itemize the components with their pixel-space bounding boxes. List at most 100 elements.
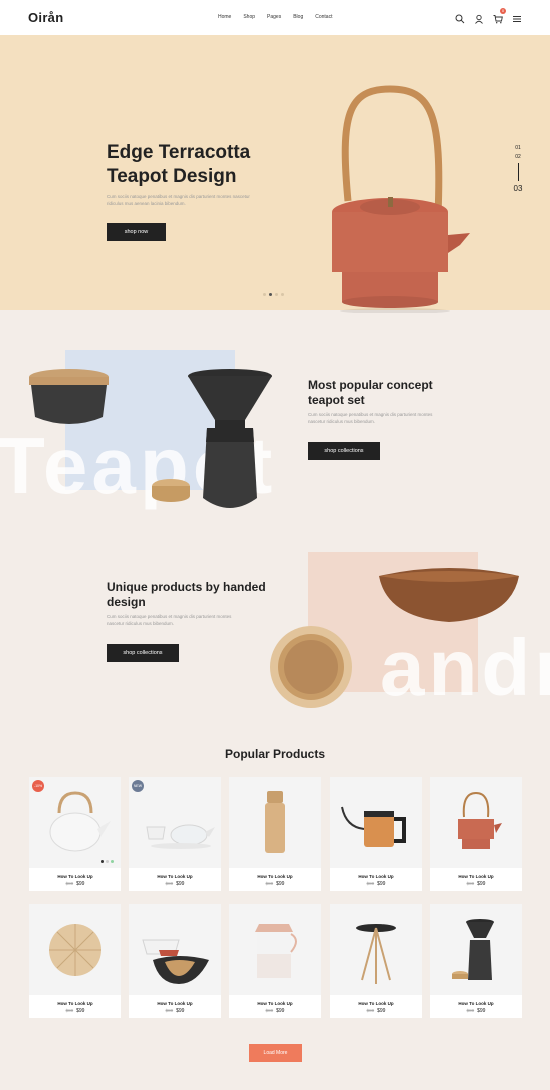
product-price: $80 $99 — [129, 1008, 221, 1014]
header-icons: 0 — [455, 8, 522, 24]
product-name[interactable]: How To Look Up — [29, 1001, 121, 1006]
product-old-price: $80 — [366, 1008, 375, 1013]
product-new-price: $99 — [377, 1008, 386, 1014]
teapot-set-title: Most popular concept teapot set — [308, 378, 433, 407]
tea-set-image — [146, 824, 215, 849]
cart-count-badge: 0 — [500, 8, 506, 14]
cart-icon[interactable]: 0 — [493, 8, 506, 24]
product-new-price: $99 — [76, 881, 85, 887]
product-image-area — [430, 777, 522, 868]
product-old-price: $80 — [466, 881, 475, 886]
product-card[interactable]: How To Look Up $80 $99 — [29, 904, 121, 1018]
product-new-price: $99 — [477, 1008, 486, 1014]
slide-number-1[interactable]: 01 — [510, 145, 526, 151]
coffee-maker-image — [452, 919, 494, 980]
product-card[interactable]: How To Look Up $80 $99 — [229, 904, 321, 1018]
product-old-price: $80 — [265, 1008, 274, 1013]
product-price: $80 $99 — [430, 881, 522, 887]
slider-dot[interactable] — [269, 293, 272, 296]
coffee-dripper-image — [188, 369, 272, 508]
main-nav: Home Shop Pages Blog Contact — [218, 14, 332, 20]
product-new-price: $99 — [176, 1008, 185, 1014]
nav-blog[interactable]: Blog — [293, 14, 303, 20]
load-more-button[interactable]: Load More — [249, 1044, 302, 1062]
product-card[interactable]: How To Look Up $80 $99 — [330, 777, 422, 891]
product-price: $80 $99 — [29, 1008, 121, 1014]
product-image-area — [229, 904, 321, 995]
product-name[interactable]: How To Look Up — [229, 1001, 321, 1006]
slider-dot[interactable] — [275, 293, 278, 296]
hero-description: Cum sociis natoque penatibus et magnis d… — [107, 194, 250, 206]
product-price: $80 $99 — [430, 1008, 522, 1014]
shop-collections-button[interactable]: shop collections — [308, 442, 380, 460]
product-image-area — [330, 904, 422, 995]
teapot-set-description: Cum sociis natoque penatibus et magnis d… — [308, 412, 433, 424]
nav-shop[interactable]: Shop — [243, 14, 255, 20]
product-image-area — [330, 777, 422, 868]
color-swatch[interactable] — [101, 860, 104, 863]
copper-kettle-image — [341, 806, 406, 847]
slider-dot[interactable] — [281, 293, 284, 296]
wooden-cup-image — [270, 626, 352, 708]
terracotta-teapot-small-image — [458, 791, 502, 849]
site-header: Oirån Home Shop Pages Blog Contact 0 — [0, 0, 550, 35]
terracotta-teapot-image — [332, 85, 470, 313]
product-name[interactable]: How To Look Up — [430, 1001, 522, 1006]
slide-number-3[interactable]: 03 — [510, 184, 526, 193]
product-new-price: $99 — [176, 881, 185, 887]
product-new-price: $99 — [477, 881, 486, 887]
side-table-image — [356, 924, 396, 984]
hero-title: Edge Terracotta Teapot Design — [107, 142, 251, 187]
color-swatch[interactable] — [106, 860, 109, 863]
sugar-bowl-image — [29, 369, 109, 424]
shop-now-button[interactable]: shop now — [107, 223, 166, 241]
product-price: $80 $99 — [229, 881, 321, 887]
discount-badge: -10% — [32, 780, 44, 792]
product-card[interactable]: How To Look Up $80 $99 — [430, 904, 522, 1018]
product-name[interactable]: How To Look Up — [129, 874, 221, 879]
product-card[interactable]: How To Look Up $80 $99 — [430, 777, 522, 891]
product-price: $80 $99 — [29, 881, 121, 887]
product-name[interactable]: How To Look Up — [29, 874, 121, 879]
nav-pages[interactable]: Pages — [267, 14, 281, 20]
product-card[interactable]: How To Look Up $80 $99 — [229, 777, 321, 891]
product-card[interactable]: -10% How To Look Up $80 $99 — [29, 777, 121, 891]
nav-home[interactable]: Home — [218, 14, 231, 20]
slide-divider — [517, 163, 519, 181]
wood-grinder-image — [265, 791, 285, 853]
product-name[interactable]: How To Look Up — [129, 1001, 221, 1006]
slider-dots — [263, 293, 284, 296]
color-swatch[interactable] — [111, 860, 114, 863]
bowls-image — [142, 939, 209, 984]
product-card[interactable]: NEW How To Look Up $80 $99 — [129, 777, 221, 891]
slider-dot[interactable] — [263, 293, 266, 296]
wood-lid-image — [152, 479, 190, 502]
product-price: $80 $99 — [330, 1008, 422, 1014]
handed-design-description: Cum sociis natoque penatibus et magnis d… — [107, 614, 232, 626]
slide-numbers: 01 02 03 — [510, 145, 526, 193]
slide-number-2[interactable]: 02 — [510, 154, 526, 160]
handed-design-title: Unique products by handed design — [107, 580, 266, 609]
logo[interactable]: Oirån — [28, 10, 63, 25]
product-card[interactable]: How To Look Up $80 $99 — [330, 904, 422, 1018]
search-icon[interactable] — [455, 11, 465, 24]
product-image-area — [29, 777, 121, 868]
product-name[interactable]: How To Look Up — [330, 874, 422, 879]
color-swatches — [101, 860, 114, 863]
new-badge: NEW — [132, 780, 144, 792]
product-image-area — [430, 904, 522, 995]
menu-icon[interactable] — [512, 11, 522, 22]
product-name[interactable]: How To Look Up — [330, 1001, 422, 1006]
jug-image — [255, 924, 297, 978]
product-card[interactable]: How To Look Up $80 $99 — [129, 904, 221, 1018]
user-icon[interactable] — [474, 11, 484, 24]
product-name[interactable]: How To Look Up — [430, 874, 522, 879]
product-new-price: $99 — [76, 1008, 85, 1014]
product-name[interactable]: How To Look Up — [229, 874, 321, 879]
product-new-price: $99 — [276, 881, 285, 887]
product-image-area — [229, 777, 321, 868]
shop-collections-button-2[interactable]: shop collections — [107, 644, 179, 662]
product-old-price: $80 — [366, 881, 375, 886]
hero-slider: Edge Terracotta Teapot Design Cum sociis… — [0, 35, 550, 313]
nav-contact[interactable]: Contact — [315, 14, 332, 20]
